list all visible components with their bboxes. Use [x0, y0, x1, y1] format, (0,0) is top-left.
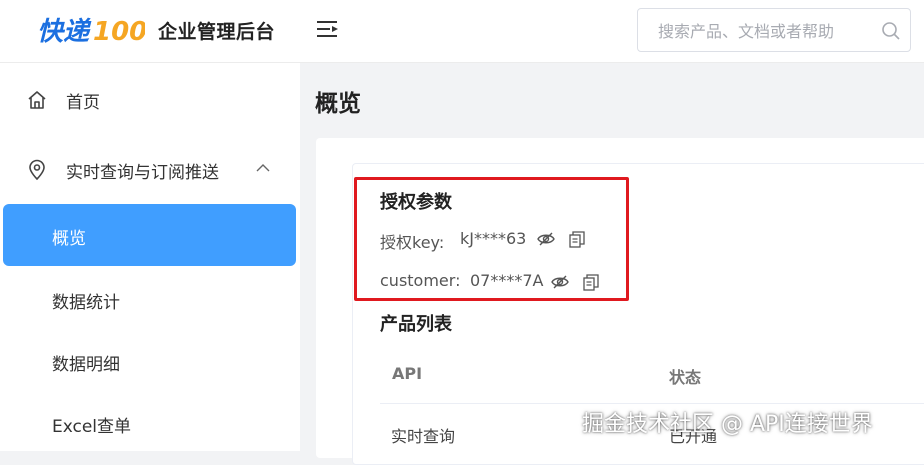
sidebar-subitem-label: 概览: [52, 229, 86, 249]
search-input[interactable]: [656, 19, 870, 43]
sidebar-subitem-statistics[interactable]: 数据统计: [0, 268, 300, 330]
sidebar-subitem-details[interactable]: 数据明细: [0, 330, 300, 392]
page-title: 概览: [315, 91, 361, 117]
menu-fold-icon[interactable]: [317, 20, 339, 38]
sidebar-item-label: 首页: [66, 93, 100, 113]
column-header-status: 状态: [669, 368, 702, 387]
sidebar-item-home[interactable]: 首页: [0, 69, 300, 131]
svg-text:100: 100: [93, 17, 145, 47]
kuaidi100-logo[interactable]: 快递 100: [37, 12, 145, 48]
location-pin-icon: [29, 159, 45, 181]
app-subtitle: 企业管理后台: [158, 21, 276, 43]
highlight-box: [354, 177, 629, 301]
sidebar-subitem-excel-query[interactable]: Excel查单: [0, 392, 300, 454]
sidebar-item-realtime-query[interactable]: 实时查询与订阅推送: [0, 139, 300, 201]
search-icon[interactable]: [881, 21, 901, 41]
top-header: 快递 100 企业管理后台: [0, 0, 924, 63]
watermark: 掘金技术社区 @ API连接世界: [582, 412, 873, 437]
sidebar-subitem-label: 数据统计: [52, 293, 120, 313]
chevron-up-icon[interactable]: [256, 163, 270, 173]
svg-text:快递: 快递: [37, 17, 92, 47]
home-icon: [28, 91, 46, 109]
table-cell-api: 实时查询: [391, 427, 456, 446]
search-box[interactable]: [637, 8, 911, 52]
products-section-title: 产品列表: [380, 314, 452, 335]
sidebar-subitem-overview[interactable]: 概览: [3, 204, 296, 266]
column-header-api: API: [392, 364, 423, 383]
sidebar-subitem-label: 数据明细: [52, 355, 120, 375]
table-header-divider: [380, 403, 924, 404]
sidebar-item-label: 实时查询与订阅推送: [66, 163, 219, 183]
sidebar-subitem-label: Excel查单: [52, 417, 132, 437]
